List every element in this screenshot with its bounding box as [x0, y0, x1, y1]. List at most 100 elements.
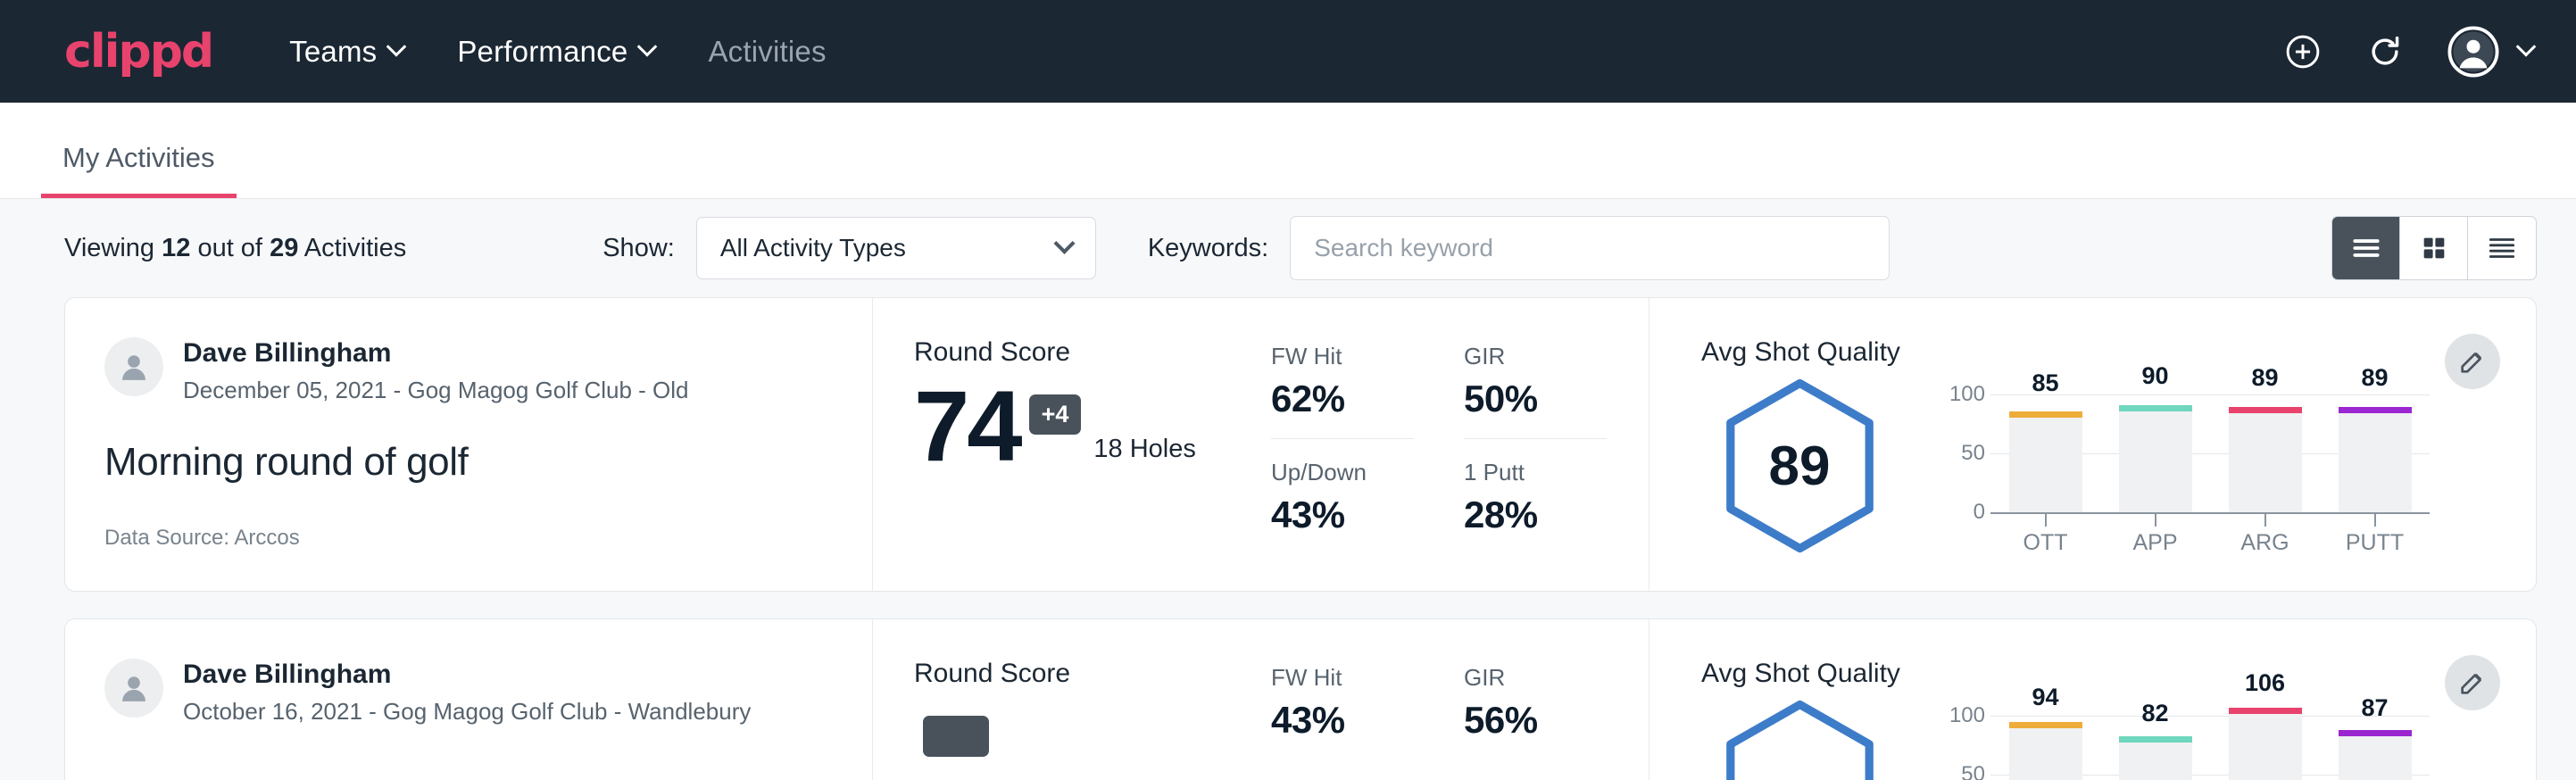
round-score-value: 74 [914, 378, 1020, 475]
viewing-total: 29 [270, 234, 298, 262]
bar-app-value: 82 [2119, 700, 2192, 727]
avatar-icon [2447, 26, 2499, 78]
bar-arg-fill [2229, 413, 2302, 512]
x-label-ott: OTT [2009, 530, 2082, 556]
stat-gir-label: GIR [1464, 664, 1607, 692]
avg-shot-quality-label: Avg Shot Quality [1701, 659, 2536, 689]
round-score-label: Round Score [914, 337, 1271, 368]
avatar [104, 659, 163, 718]
chevron-down-icon [1053, 232, 1075, 253]
activity-author: Dave Billingham October 16, 2021 - Gog M… [104, 659, 829, 726]
user-menu[interactable] [2447, 26, 2533, 78]
bar-arg-cap [2229, 407, 2302, 413]
stat-1-putt-value: 28% [1464, 494, 1607, 536]
stat-fw-hit-label: FW Hit [1271, 343, 1414, 370]
quality-hexagon: 89 [1701, 373, 1898, 555]
y-tick-100: 100 [1948, 703, 1985, 728]
avg-shot-quality-column: Avg Shot Quality 89 100 50 [1649, 298, 2536, 591]
activity-title: Morning round of golf [104, 440, 829, 485]
x-label-arg: ARG [2229, 530, 2302, 556]
keywords-label: Keywords: [1148, 234, 1268, 263]
activity-info-column: Dave Billingham December 05, 2021 - Gog … [65, 298, 873, 591]
viewing-count: 12 [162, 234, 190, 262]
y-tick-50: 50 [1948, 441, 1985, 466]
bar-app-fill [2119, 743, 2192, 780]
chart-bars: 94 82 106 [1990, 700, 2430, 780]
stat-gir: GIR 56% [1464, 664, 1607, 780]
top-navigation-bar: clippd Teams Performance Activities [0, 0, 2576, 103]
tab-bar: My Activities [0, 103, 2576, 199]
bar-app-cap [2119, 736, 2192, 743]
bar-ott-fill [2009, 728, 2082, 780]
bar-putt: 89 [2339, 378, 2412, 512]
activity-data-source: Data Source: Arccos [104, 526, 829, 551]
activity-author: Dave Billingham December 05, 2021 - Gog … [104, 337, 829, 404]
nav-item-performance[interactable]: Performance [457, 35, 654, 69]
nav-item-teams[interactable]: Teams [289, 35, 403, 69]
stat-gir: GIR 50% 1 Putt 28% [1464, 343, 1607, 591]
activity-card[interactable]: Dave Billingham October 16, 2021 - Gog M… [64, 618, 2537, 780]
viewing-prefix: Viewing [64, 234, 154, 262]
round-stats: FW Hit 43% GIR 56% [1271, 659, 1607, 780]
activity-card[interactable]: Dave Billingham December 05, 2021 - Gog … [64, 297, 2537, 592]
bar-putt-fill [2339, 413, 2412, 512]
round-stats: FW Hit 62% Up/Down 43% GIR 50% 1 Putt 28… [1271, 337, 1607, 591]
grid-view-button[interactable] [2400, 217, 2468, 279]
stat-up-down-label: Up/Down [1271, 459, 1414, 486]
stat-fw-hit: FW Hit 43% [1271, 664, 1414, 780]
round-score-column: Round Score FW Hit 43% GIR 56% [873, 619, 1649, 780]
chevron-down-icon [2516, 37, 2537, 57]
activity-meta: December 05, 2021 - Gog Magog Golf Club … [183, 377, 689, 404]
shot-quality-bar-chart: 100 50 0 85 90 [1948, 373, 2430, 556]
activity-card-list: Dave Billingham December 05, 2021 - Gog … [0, 297, 2576, 780]
list-view-button[interactable] [2332, 217, 2400, 279]
bar-putt-fill [2339, 736, 2412, 780]
chart-x-labels: OTT APP ARG PUTT [1990, 530, 2430, 556]
search-input[interactable] [1290, 216, 1890, 280]
bar-app: 90 [2119, 378, 2192, 512]
stat-gir-label: GIR [1464, 343, 1607, 370]
compact-view-button[interactable] [2468, 217, 2536, 279]
x-label-putt: PUTT [2339, 530, 2412, 556]
bar-ott-value: 94 [2009, 684, 2082, 711]
bar-app: 82 [2119, 700, 2192, 780]
tab-my-activities[interactable]: My Activities [41, 142, 237, 198]
activity-user-name: Dave Billingham [183, 337, 689, 369]
stat-1-putt-label: 1 Putt [1464, 459, 1607, 486]
filter-bar: Viewing 12 out of 29 Activities Show: Al… [0, 199, 2576, 297]
bar-arg: 106 [2229, 700, 2302, 780]
bar-arg-value: 106 [2229, 669, 2302, 697]
stat-fw-hit-label: FW Hit [1271, 664, 1414, 692]
bar-ott-cap [2009, 411, 2082, 418]
nav-actions [2283, 26, 2533, 78]
shot-quality-bar-chart: 100 50 0 94 82 [1948, 694, 2430, 780]
view-mode-toggle-group [2331, 216, 2537, 280]
clippd-logo[interactable]: clippd [64, 29, 212, 75]
nav-item-activities-label: Activities [708, 35, 826, 69]
bar-putt-cap [2339, 730, 2412, 736]
bar-app-cap [2119, 405, 2192, 411]
chart-bars: 85 90 89 [1990, 378, 2430, 512]
bar-arg-cap [2229, 708, 2302, 714]
activity-type-select[interactable]: All Activity Types [696, 217, 1096, 279]
edit-activity-button[interactable] [2445, 655, 2500, 710]
bar-app-fill [2119, 411, 2192, 512]
viewing-count-text: Viewing 12 out of 29 Activities [64, 234, 406, 263]
edit-activity-button[interactable] [2445, 334, 2500, 389]
viewing-mid: out of [197, 234, 262, 262]
bar-putt: 87 [2339, 700, 2412, 780]
chevron-down-icon [386, 37, 407, 57]
stat-fw-hit-value: 43% [1271, 699, 1414, 742]
quality-hexagon-value [1717, 698, 1882, 780]
bar-ott-value: 85 [2009, 369, 2082, 397]
nav-item-activities[interactable]: Activities [708, 35, 826, 69]
y-tick-50: 50 [1948, 762, 1985, 780]
bar-ott-fill [2009, 418, 2082, 512]
chart-plot-area: 100 50 0 85 90 [1948, 378, 2430, 512]
bar-app-value: 90 [2119, 362, 2192, 390]
viewing-suffix: Activities [304, 234, 406, 262]
add-icon[interactable] [2283, 32, 2323, 71]
keywords-filter-group: Keywords: [1148, 216, 1890, 280]
refresh-icon[interactable] [2365, 32, 2405, 71]
chart-x-ticks [1990, 512, 2430, 527]
